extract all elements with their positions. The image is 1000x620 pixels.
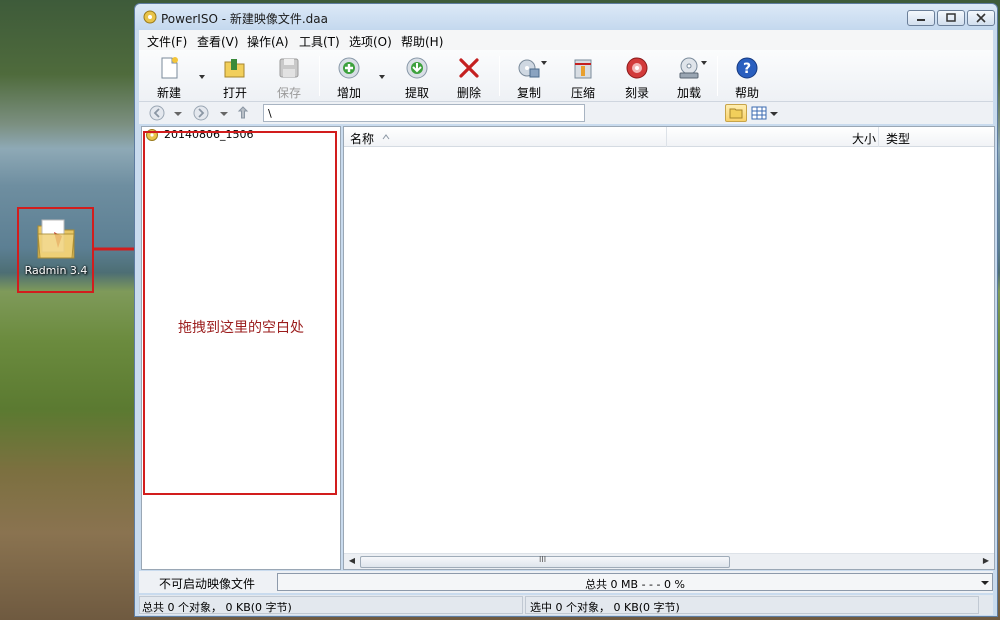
extract-label: 提取 [404, 86, 429, 100]
file-list-pane[interactable]: 名称 大小 类型 ◀ III ▶ [343, 126, 995, 570]
help-label: 帮助 [734, 86, 759, 100]
icon-highlight-box [17, 207, 94, 293]
add-label: 增加 [336, 86, 361, 100]
column-header-row: 名称 大小 类型 [344, 127, 994, 147]
drop-zone-highlight [143, 131, 337, 495]
close-icon [976, 13, 986, 23]
extract-icon [406, 57, 428, 79]
column-type-header[interactable]: 类型 [886, 130, 910, 147]
forward-dropdown-icon[interactable] [219, 105, 229, 121]
copy-disc-icon [518, 59, 540, 78]
save-disk-icon [279, 58, 299, 78]
status-total: 总共 0 个对象， 0 KB(0 字节) [139, 596, 523, 614]
mount-dropdown-icon[interactable] [699, 58, 709, 68]
add-button[interactable]: 增加 [325, 54, 373, 100]
extract-button[interactable]: 提取 [393, 54, 441, 100]
copy-label: 复制 [516, 86, 541, 100]
open-label: 打开 [222, 86, 247, 100]
folder-tree-pane[interactable]: 20140806_1506 拖拽到这里的空白处 [141, 126, 341, 570]
window-title: PowerISO - 新建映像文件.daa [161, 12, 328, 26]
menu-action[interactable]: 操作(A) [247, 33, 289, 50]
poweriso-window: PowerISO - 新建映像文件.daa 文件(F) 查看(V) 操作(A) … [134, 3, 998, 617]
boot-status-label: 不可启动映像文件 [159, 577, 256, 591]
burn-label: 刻录 [624, 86, 649, 100]
new-label: 新建 [156, 86, 181, 100]
poweriso-app-icon [143, 10, 157, 24]
scrollbar-thumb[interactable]: III [360, 555, 730, 568]
burn-disc-icon [626, 57, 648, 79]
maximize-button[interactable] [937, 10, 965, 26]
column-name-header[interactable]: 名称 [350, 130, 374, 147]
grid-view-icon[interactable] [751, 105, 767, 121]
address-bar [139, 102, 993, 124]
scroll-right-arrow[interactable]: ▶ [980, 556, 992, 568]
toolbar-separator [499, 56, 500, 96]
minimize-icon [917, 19, 925, 21]
save-label: 保存 [276, 86, 301, 100]
open-button[interactable]: 打开 [211, 54, 259, 100]
mount-label: 加载 [676, 86, 701, 100]
toolbar-separator [717, 56, 718, 96]
add-dropdown-icon[interactable] [377, 72, 387, 82]
drop-instruction-text: 拖拽到这里的空白处 [178, 320, 304, 336]
back-arrow-icon[interactable] [149, 105, 165, 121]
delete-button[interactable]: 删除 [445, 54, 493, 100]
menu-view[interactable]: 查看(V) [197, 33, 239, 50]
restore-icon [946, 13, 956, 22]
minimize-button[interactable] [907, 10, 935, 26]
menu-tools[interactable]: 工具(T) [299, 33, 340, 50]
column-divider[interactable] [878, 127, 879, 147]
path-input[interactable] [263, 104, 585, 122]
new-file-icon [161, 57, 178, 79]
forward-arrow-icon[interactable] [193, 105, 209, 121]
sort-ascending-icon [382, 134, 390, 140]
delete-x-icon [459, 58, 479, 78]
column-size-header[interactable]: 大小 [852, 130, 876, 147]
capacity-bar[interactable]: 总共 0 MB - - - 0 % [277, 573, 993, 591]
capacity-dropdown-icon[interactable] [980, 578, 990, 588]
menu-help[interactable]: 帮助(H) [401, 33, 443, 50]
horizontal-scrollbar[interactable]: ◀ III ▶ [344, 553, 994, 569]
add-icon [338, 57, 360, 79]
scroll-left-arrow[interactable]: ◀ [346, 556, 358, 568]
capacity-text: 总共 0 MB - - - 0 % [585, 578, 685, 591]
compress-label: 压缩 [570, 86, 595, 100]
delete-label: 删除 [456, 86, 481, 100]
status-bar: 总共 0 个对象， 0 KB(0 字节) 选中 0 个对象， 0 KB(0 字节… [139, 595, 993, 615]
column-divider[interactable] [666, 127, 667, 147]
open-folder-icon [224, 59, 245, 78]
status-selected: 选中 0 个对象， 0 KB(0 字节) [525, 596, 979, 614]
back-dropdown-icon[interactable] [173, 105, 183, 121]
view-folder-button[interactable] [725, 104, 747, 122]
help-question-icon: ? [736, 57, 758, 79]
boot-info-bar: 不可启动映像文件 总共 0 MB - - - 0 % [139, 571, 993, 593]
folder-view-icon [729, 108, 743, 119]
new-button[interactable]: 新建 [145, 54, 193, 100]
burn-button[interactable]: 刻录 [613, 54, 661, 100]
up-folder-icon[interactable] [235, 105, 251, 121]
menu-file[interactable]: 文件(F) [147, 33, 187, 50]
view-dropdown-icon[interactable] [769, 105, 779, 121]
menu-options[interactable]: 选项(O) [349, 33, 392, 50]
toolbar: 新建 打开 保存 增加 提取 删除 复制 压缩 刻录 加载 ? 帮助 [139, 50, 993, 102]
compress-icon [574, 59, 592, 79]
save-button[interactable]: 保存 [265, 54, 313, 100]
menu-bar: 文件(F) 查看(V) 操作(A) 工具(T) 选项(O) 帮助(H) [139, 30, 993, 50]
mount-drive-icon [679, 57, 699, 79]
title-bar[interactable]: PowerISO - 新建映像文件.daa [135, 4, 997, 30]
toolbar-separator [319, 56, 320, 96]
new-dropdown-icon[interactable] [197, 72, 207, 82]
copy-dropdown-icon[interactable] [539, 58, 549, 68]
close-button[interactable] [967, 10, 995, 26]
scrollbar-grip: III [539, 555, 547, 564]
help-button[interactable]: ? 帮助 [723, 54, 771, 100]
svg-text:?: ? [743, 61, 751, 77]
compress-button[interactable]: 压缩 [559, 54, 607, 100]
